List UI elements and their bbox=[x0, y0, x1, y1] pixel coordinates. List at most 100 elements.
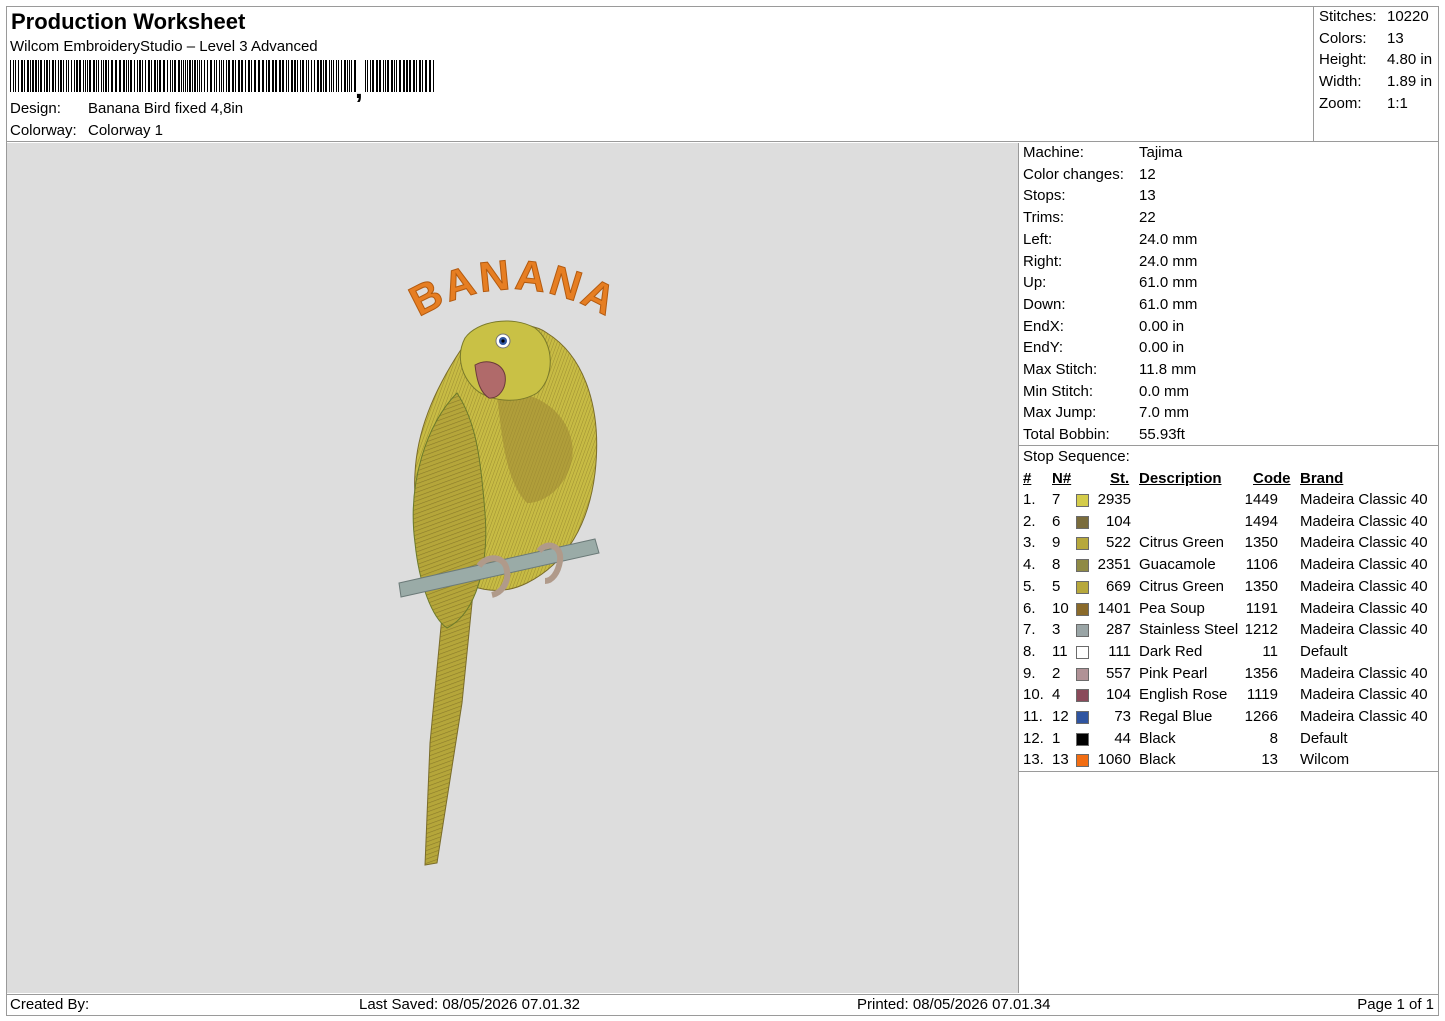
needle-number: 11 bbox=[1052, 642, 1068, 660]
info-label: EndY: bbox=[1023, 339, 1064, 357]
stitch-count: 2935 bbox=[1097, 491, 1131, 508]
stitch-count: 104 bbox=[1105, 512, 1131, 530]
colorway-name: Colorway 1 bbox=[88, 122, 164, 139]
row-number: 1. bbox=[1023, 491, 1036, 508]
thread-description: Stainless Steel bbox=[1139, 621, 1239, 639]
color-swatch bbox=[1076, 754, 1089, 768]
design-preview: BANANA bbox=[7, 143, 1019, 993]
row-number: 3. bbox=[1023, 534, 1036, 552]
width-value: 1.89 in bbox=[1387, 73, 1433, 90]
machine-info-row: Color changes: 12 bbox=[1023, 166, 1156, 183]
table-row: 12. 1 44 Black 8 Default bbox=[1019, 730, 1438, 751]
thread-description: Pea Soup bbox=[1139, 599, 1205, 617]
info-value: 55.93ft bbox=[1139, 426, 1185, 444]
needle-number: 5 bbox=[1052, 577, 1061, 595]
table-row: 1. 7 2935 1449 Madeira Classic 40 bbox=[1019, 491, 1438, 512]
color-swatch bbox=[1076, 602, 1089, 616]
svg-text:,: , bbox=[355, 73, 363, 102]
thread-code: 1350 bbox=[1244, 534, 1278, 552]
machine-info-row: Left: 24.0 mm bbox=[1023, 231, 1197, 248]
thread-code: 13 bbox=[1261, 751, 1278, 769]
info-label: Max Stitch: bbox=[1023, 361, 1098, 378]
thread-description: Black bbox=[1139, 751, 1176, 769]
stitch-count: 73 bbox=[1114, 708, 1131, 725]
colors-value: 13 bbox=[1387, 30, 1404, 47]
colorway-row: Colorway: Colorway 1 bbox=[10, 122, 163, 139]
thread-code: 1266 bbox=[1244, 708, 1278, 725]
needle-number: 6 bbox=[1052, 512, 1061, 530]
thread-brand: Madeira Classic 40 bbox=[1300, 556, 1428, 574]
thread-brand: Madeira Classic 40 bbox=[1300, 599, 1428, 617]
machine-info-row: EndY: 0.00 in bbox=[1023, 339, 1184, 356]
col-header-brand: Brand bbox=[1300, 470, 1344, 487]
colors-label: Colors: bbox=[1319, 30, 1367, 47]
thread-brand: Wilcom bbox=[1300, 751, 1350, 769]
info-value: 7.0 mm bbox=[1139, 404, 1190, 422]
table-row: 7. 3 287 Stainless Steel 1212 Madeira Classic… bbox=[1019, 621, 1438, 642]
height-value: 4.80 in bbox=[1387, 51, 1433, 68]
colorway-label: Colorway: bbox=[10, 122, 77, 139]
table-row: 10. 4 104 English Rose 1119 Madeira Classic 4… bbox=[1019, 686, 1438, 707]
stitch-count: 104 bbox=[1105, 686, 1131, 704]
thread-description: Citrus Green bbox=[1139, 577, 1225, 595]
machine-info-row: Max Jump: 7.0 mm bbox=[1023, 404, 1189, 421]
stop-sequence-title: Stop Sequence: bbox=[1023, 448, 1130, 465]
info-label: Right: bbox=[1023, 252, 1063, 270]
col-header-code: Code bbox=[1253, 470, 1291, 487]
machine-info-row: Machine: Tajima bbox=[1023, 144, 1182, 161]
thread-code: 1356 bbox=[1244, 664, 1278, 682]
parrot-embroidery-image: BANANA bbox=[398, 250, 623, 866]
row-number: 11. bbox=[1023, 708, 1043, 725]
info-label: EndX: bbox=[1023, 317, 1064, 335]
col-header-description: Description bbox=[1139, 470, 1222, 487]
color-swatch bbox=[1076, 537, 1089, 551]
info-label: Machine: bbox=[1023, 144, 1084, 161]
printed-date: Printed: 08/05/2026 07.01.34 bbox=[857, 996, 1051, 1013]
design-row: Design: Banana Bird fixed 4,8in bbox=[10, 100, 243, 117]
worksheet-header: Production Worksheet Wilcom EmbroiderySt… bbox=[6, 6, 1314, 142]
needle-number: 13 bbox=[1052, 751, 1069, 769]
thread-code: 1494 bbox=[1244, 512, 1278, 530]
color-swatch bbox=[1076, 667, 1089, 681]
barcode: , bbox=[10, 60, 434, 102]
col-header-stitches: St. bbox=[1110, 470, 1130, 487]
thread-code: 1449 bbox=[1244, 491, 1278, 508]
table-row: 8. 11 111 Dark Red 11 Default bbox=[1019, 643, 1438, 664]
thread-brand: Madeira Classic 40 bbox=[1300, 577, 1428, 595]
thread-code: 1350 bbox=[1244, 577, 1278, 595]
table-row: 5. 5 669 Citrus Green 1350 Madeira Classic 40 bbox=[1019, 578, 1438, 599]
machine-info-row: Right: 24.0 mm bbox=[1023, 253, 1197, 270]
stitch-count: 669 bbox=[1105, 577, 1131, 595]
info-label: Up: bbox=[1023, 274, 1047, 292]
needle-number: 12 bbox=[1052, 708, 1069, 725]
stats-panel: Stitches: 10220 Colors: 13 Height: 4.80 in … bbox=[1314, 6, 1439, 142]
thread-code: 11 bbox=[1262, 642, 1278, 660]
row-number: 7. bbox=[1023, 621, 1036, 639]
needle-number: 3 bbox=[1052, 621, 1061, 639]
thread-description: Dark Red bbox=[1139, 642, 1203, 660]
color-swatch bbox=[1076, 689, 1089, 703]
page-title: Production Worksheet bbox=[11, 9, 246, 34]
thread-description: Black bbox=[1139, 729, 1176, 747]
info-value: 61.0 mm bbox=[1139, 295, 1198, 313]
stitch-count: 522 bbox=[1105, 534, 1131, 552]
info-value: 61.0 mm bbox=[1139, 274, 1198, 292]
info-label: Trims: bbox=[1023, 209, 1065, 227]
needle-number: 10 bbox=[1052, 599, 1069, 617]
info-value: 0.00 in bbox=[1139, 339, 1185, 357]
info-value: 0.0 mm bbox=[1139, 382, 1190, 400]
row-number: 6. bbox=[1023, 599, 1036, 617]
color-swatch bbox=[1076, 711, 1089, 724]
thread-description: Guacamole bbox=[1139, 556, 1216, 574]
created-by: Created By: bbox=[10, 996, 90, 1013]
table-row: 3. 9 522 Citrus Green 1350 Madeira Classic 40 bbox=[1019, 534, 1438, 555]
page-number: Page 1 of 1 bbox=[1357, 996, 1434, 1013]
info-value: Tajima bbox=[1139, 144, 1183, 161]
thread-brand: Default bbox=[1300, 729, 1348, 747]
color-swatch bbox=[1076, 732, 1089, 746]
zoom-value: 1:1 bbox=[1387, 95, 1408, 112]
needle-number: 7 bbox=[1052, 491, 1061, 508]
machine-info-row: Up: 61.0 mm bbox=[1023, 274, 1197, 291]
thread-brand: Madeira Classic 40 bbox=[1300, 621, 1428, 639]
stitch-count: 44 bbox=[1114, 729, 1131, 747]
